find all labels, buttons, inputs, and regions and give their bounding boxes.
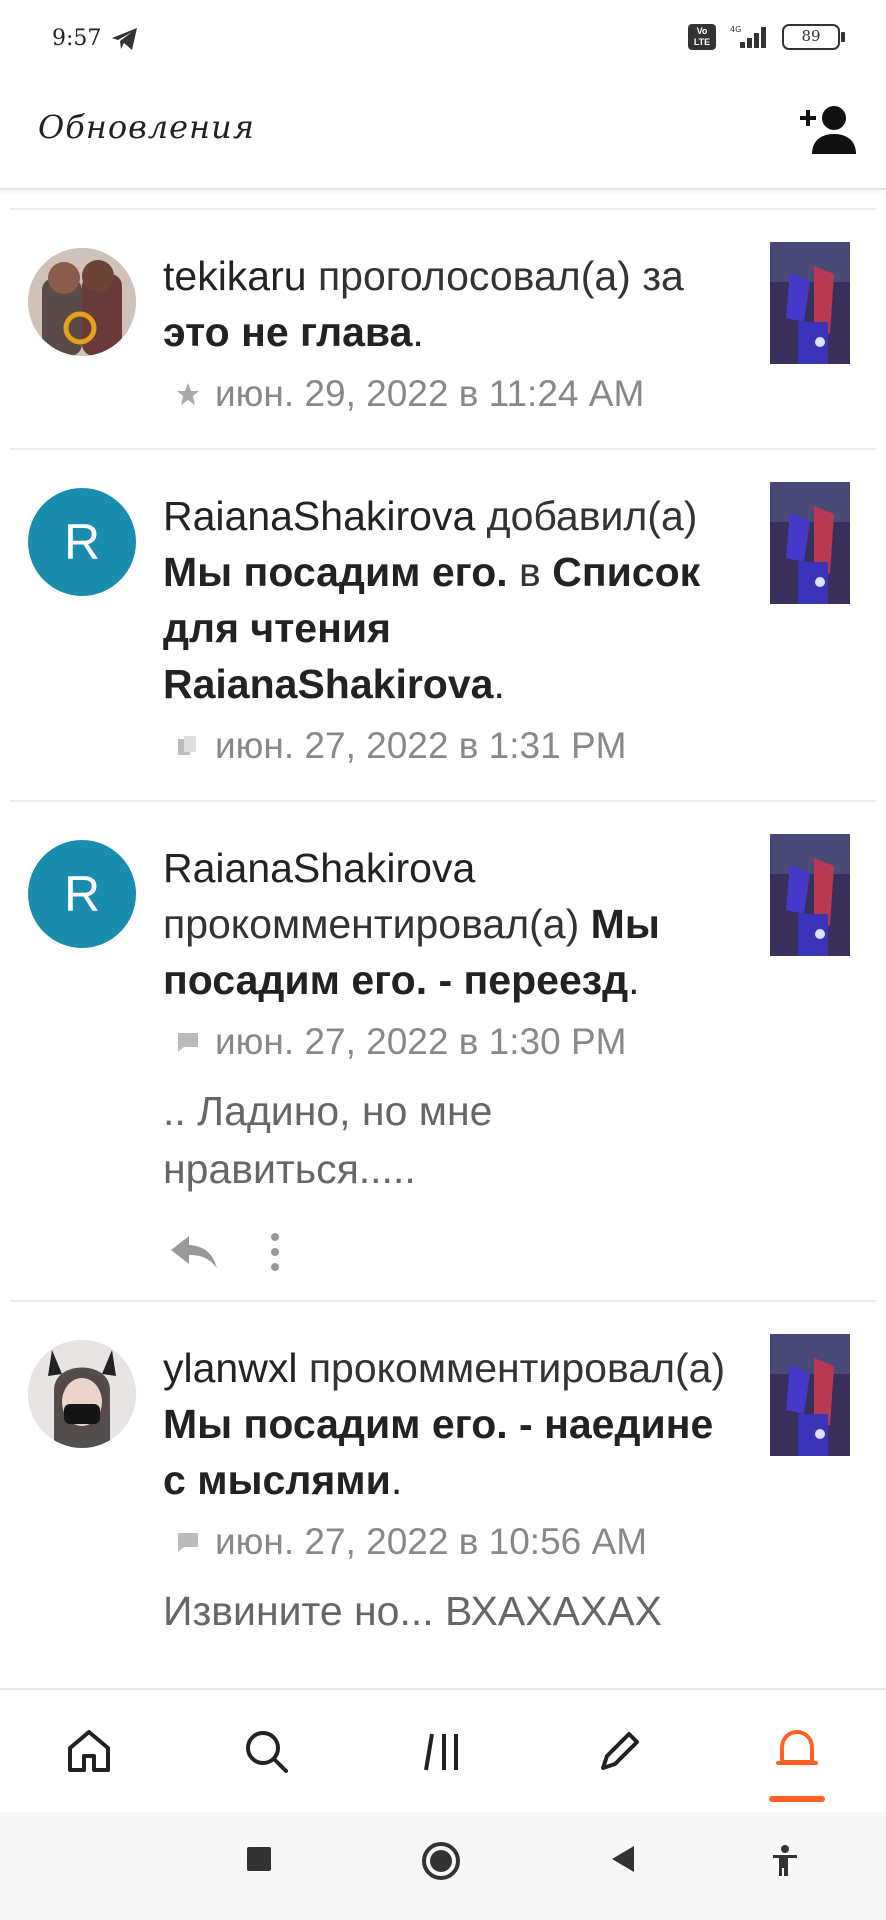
app-bar: Обновления [0, 80, 886, 190]
nav-notifications[interactable] [709, 1690, 886, 1812]
back-button[interactable] [608, 1844, 638, 1874]
recent-apps-button[interactable] [244, 1844, 274, 1874]
user-avatar[interactable]: R [28, 488, 136, 596]
search-icon [245, 1731, 288, 1773]
comment-icon [178, 1533, 198, 1552]
comment-icon [178, 1033, 198, 1052]
reading-list-icon [178, 736, 196, 755]
library-icon [424, 1733, 458, 1771]
write-icon [601, 1732, 640, 1770]
feed-item: tekikaru проголосовал(а) за это не глава… [10, 210, 876, 450]
system-nav-bar [0, 1812, 886, 1920]
user-name-link[interactable]: RaianaShakirova [163, 493, 475, 539]
story-link[interactable]: Мы посадим его. - наедине с мыслями [163, 1401, 713, 1503]
user-avatar[interactable] [28, 1340, 136, 1448]
home-icon [67, 1730, 110, 1772]
nav-library[interactable] [354, 1690, 531, 1812]
page-title: Обновления [38, 108, 255, 146]
suffix: . [390, 1457, 403, 1503]
feed-item: R RaianaShakirova добавил(а) Мы посадим … [10, 450, 876, 802]
updates-feed[interactable]: tekikaru проголосовал(а) за это не глава… [0, 208, 886, 1688]
feed-item-text: RaianaShakirova добавил(а) Мы посадим ег… [163, 488, 736, 772]
notifications-icon [776, 1730, 819, 1765]
network-label: 4G [730, 25, 741, 34]
action-text: добавил(а) [475, 493, 698, 539]
action-text: прокомментировал(а) [297, 1345, 726, 1391]
status-time: 9:57 [52, 26, 102, 51]
action-text: прокомментировал(а) [163, 901, 591, 947]
more-options-icon[interactable] [269, 1232, 281, 1272]
story-cover-image[interactable] [770, 834, 850, 956]
telegram-icon [112, 28, 137, 50]
battery-icon: 89 [782, 24, 845, 50]
avatar-image [28, 1340, 136, 1448]
suffix: . [493, 661, 505, 707]
timestamp: июн. 27, 2022 в 1:30 PM [215, 1021, 627, 1062]
user-avatar[interactable] [28, 248, 136, 356]
accessibility-icon[interactable] [770, 1844, 800, 1878]
story-link[interactable]: это не глава [163, 309, 412, 355]
user-name-link[interactable]: RaianaShakirova [163, 845, 475, 891]
user-name-link[interactable]: tekikaru [163, 253, 307, 299]
suffix: . [412, 309, 424, 355]
timestamp: июн. 29, 2022 в 11:24 AM [215, 373, 645, 414]
feed-item: ylanwxl прокомментировал(а) Мы посадим е… [10, 1302, 876, 1668]
nav-search[interactable] [177, 1690, 354, 1812]
star-icon [177, 383, 199, 405]
signal-icon: 4G [730, 25, 766, 48]
story-cover-image[interactable] [770, 482, 850, 604]
suffix: . [628, 957, 640, 1003]
meta-row: июн. 27, 2022 в 10:56 AM [163, 1516, 736, 1568]
timestamp: июн. 27, 2022 в 1:31 PM [215, 725, 627, 766]
story-cover-image[interactable] [770, 1334, 850, 1456]
nav-home[interactable] [0, 1690, 177, 1812]
add-friend-button[interactable] [792, 102, 858, 158]
story-cover-image[interactable] [770, 242, 850, 364]
story-link[interactable]: Мы посадим его. [163, 549, 508, 595]
volte-icon: Vo LTE [688, 24, 716, 50]
bottom-nav [0, 1688, 886, 1812]
comment-actions [167, 1232, 736, 1272]
home-button[interactable] [420, 1840, 462, 1882]
meta-row: июн. 29, 2022 в 11:24 AM [163, 368, 736, 420]
timestamp: июн. 27, 2022 в 10:56 AM [215, 1521, 648, 1562]
user-avatar[interactable]: R [28, 840, 136, 948]
nav-write[interactable] [532, 1690, 709, 1812]
meta-row: июн. 27, 2022 в 1:30 PM [163, 1016, 736, 1068]
meta-row: июн. 27, 2022 в 1:31 PM [163, 720, 736, 772]
feed-item-text: ylanwxl прокомментировал(а) Мы посадим е… [163, 1340, 736, 1640]
action-text: проголосовал(а) за [306, 253, 684, 299]
status-icons: Vo LTE 4G 89 [688, 24, 845, 50]
feed-item-text: tekikaru проголосовал(а) за это не глава… [163, 248, 736, 420]
comment-text: Извините но... ВХАХАХАХ [163, 1588, 662, 1634]
feed-item: R RaianaShakirova прокомментировал(а) Мы… [10, 802, 876, 1302]
action-text: в [507, 549, 553, 595]
comment-text: .. Ладино, но мне нравиться..... [163, 1088, 493, 1192]
status-bar: 9:57 Vo LTE 4G 89 [0, 0, 886, 80]
user-name-link[interactable]: ylanwxl [163, 1345, 297, 1391]
avatar-image [28, 248, 136, 356]
reply-icon[interactable] [167, 1234, 219, 1270]
feed-item-text: RaianaShakirova прокомментировал(а) Мы п… [163, 840, 736, 1272]
